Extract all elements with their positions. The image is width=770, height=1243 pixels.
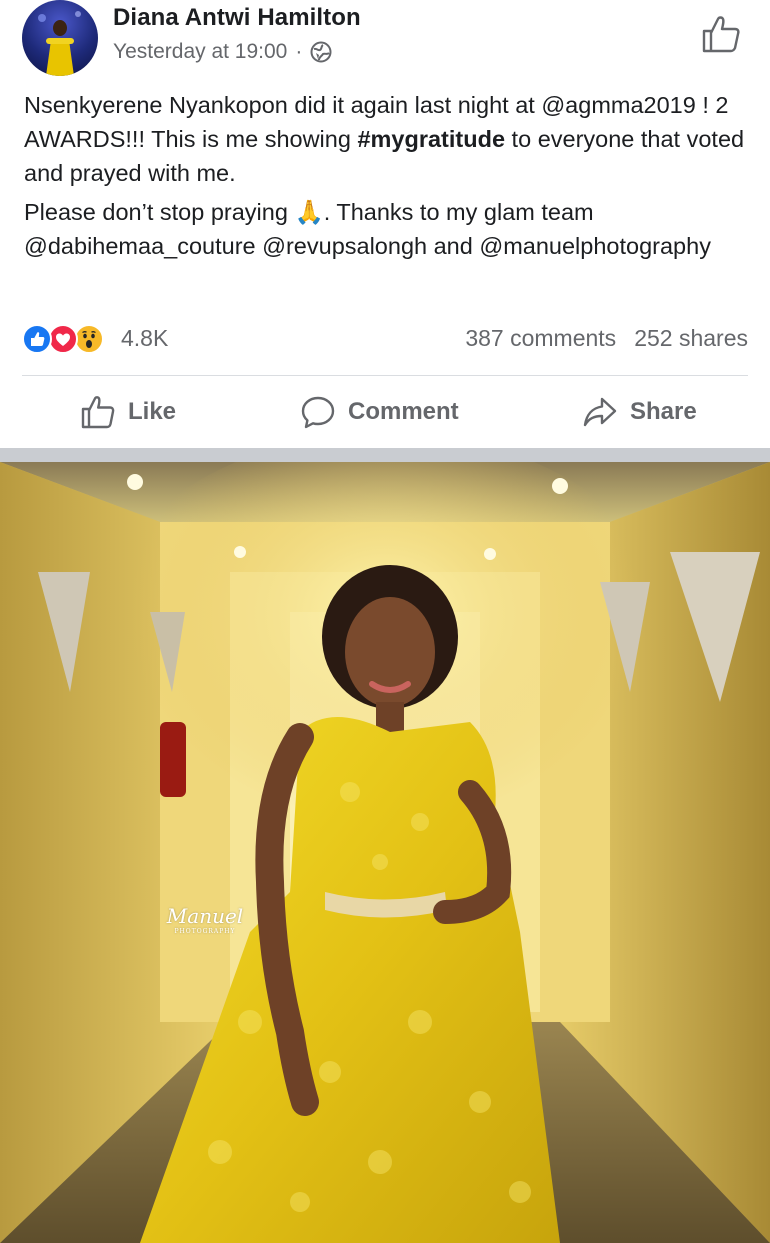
- meta-separator: ·: [295, 40, 303, 63]
- share-button-label: Share: [630, 398, 697, 425]
- post-text-paragraph-2: Please don’t stop praying 🙏. Thanks to m…: [24, 195, 754, 263]
- post-meta: Yesterday at 19:00 ·: [113, 40, 332, 64]
- reaction-count[interactable]: 4.8K: [121, 325, 168, 352]
- avatar-image: [38, 11, 81, 76]
- facebook-post: Diana Antwi Hamilton Yesterday at 19:00 …: [0, 0, 770, 1243]
- post-photo[interactable]: Manuel PHOTOGRAPHY: [0, 462, 770, 1243]
- reaction-icons[interactable]: [22, 322, 118, 356]
- divider: [22, 375, 748, 376]
- watermark-sub: PHOTOGRAPHY: [174, 928, 236, 935]
- post-stats: 387 comments 252 shares: [465, 325, 748, 352]
- wow-reaction-icon: [74, 324, 104, 354]
- photo-image: [0, 462, 770, 1243]
- watermark-brand: Manuel: [166, 904, 244, 928]
- share-icon: [583, 397, 617, 427]
- comments-count[interactable]: 387 comments: [465, 325, 616, 351]
- photographer-watermark: Manuel PHOTOGRAPHY: [160, 904, 250, 935]
- share-button[interactable]: Share: [582, 392, 697, 432]
- author-avatar[interactable]: [22, 0, 98, 76]
- like-reaction-icon: [22, 324, 52, 354]
- hashtag-link[interactable]: #mygratitude: [357, 126, 505, 152]
- author-name[interactable]: Diana Antwi Hamilton: [113, 4, 361, 32]
- post-text-line-2-start: Please don’t stop praying: [24, 199, 295, 225]
- header-like-icon[interactable]: [700, 14, 742, 54]
- post-header: Diana Antwi Hamilton Yesterday at 19:00 …: [0, 0, 770, 80]
- love-reaction-icon: [48, 324, 78, 354]
- post-text: Nsenkyerene Nyankopon did it again last …: [24, 88, 754, 263]
- post-timestamp[interactable]: Yesterday at 19:00: [113, 40, 287, 64]
- section-separator: [0, 448, 770, 462]
- reactions-bar: 4.8K 387 comments 252 shares: [22, 322, 748, 356]
- post-text-paragraph-1: Nsenkyerene Nyankopon did it again last …: [24, 88, 754, 190]
- globe-icon: [310, 41, 332, 63]
- shares-count[interactable]: 252 shares: [634, 325, 748, 351]
- like-button[interactable]: Like: [80, 392, 176, 432]
- like-icon: [81, 396, 115, 429]
- action-bar: Like Comment Share: [0, 378, 770, 448]
- comment-button-label: Comment: [348, 398, 459, 425]
- comment-icon: [301, 396, 335, 429]
- comment-button[interactable]: Comment: [300, 392, 459, 432]
- praying-hands-emoji: 🙏: [294, 199, 324, 225]
- like-button-label: Like: [128, 398, 177, 425]
